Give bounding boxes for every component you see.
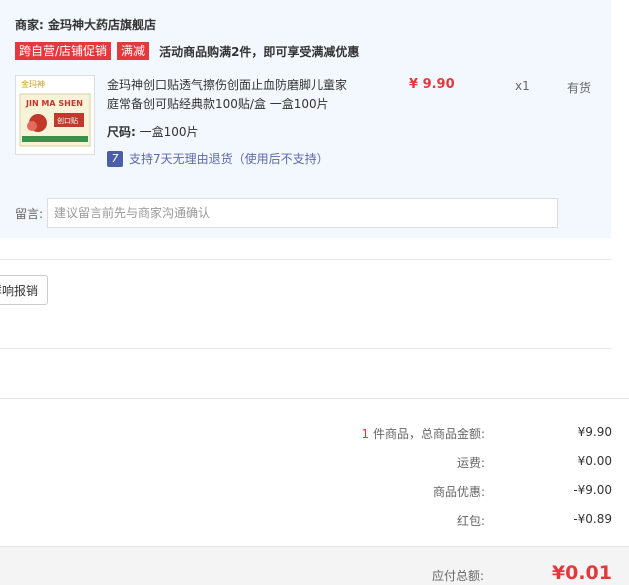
product-name[interactable]: 金玛神创口贴透气擦伤创面止血防磨脚儿童家庭常备创可贴经典款100贴/盒 一盒10… [107, 76, 357, 114]
size-label: 尺码: [107, 125, 136, 139]
product-price: ¥ 9.90 [409, 77, 455, 92]
divider [0, 398, 629, 399]
goods-total-value: ¥9.90 [577, 425, 612, 439]
invoice-button[interactable]: 详响报销 [0, 275, 48, 305]
discount-label: 商品优惠: [432, 485, 485, 499]
goods-total-label: 1 件商品，总商品金额: [361, 427, 486, 441]
thumb-title: JIN MA SHEN [25, 99, 83, 108]
redpacket-label: 红包: [456, 514, 485, 528]
promo-tag-discount: 满减 [117, 42, 150, 60]
summary-goods-row: 1 件商品，总商品金额: ¥9.90 [0, 425, 629, 445]
size-value: 一盒100片 [139, 125, 199, 139]
shop-panel: 商家: 金玛神大药店旗舰店 跨自营/店铺促销 满减 活动商品购满2件，即可享受满… [0, 0, 611, 238]
discount-value: -¥9.00 [573, 483, 612, 497]
product-quantity: x1 [515, 79, 530, 93]
return-policy-text: 支持7天无理由退货（使用后不支持） [129, 152, 329, 166]
promo-row: 跨自营/店铺促销 满减 活动商品购满2件，即可享受满减优惠 [15, 42, 359, 60]
divider [0, 259, 611, 260]
total-bar: 应付总额: ¥0.01 [0, 546, 629, 585]
redpacket-value: -¥0.89 [573, 512, 612, 526]
freight-label: 运费: [456, 456, 485, 470]
return-policy: 7 支持7天无理由退货（使用后不支持） [107, 150, 329, 167]
size-row: 尺码: 一盒100片 [107, 123, 199, 140]
product-thumbnail[interactable]: 金玛神 JIN MA SHEN 创口贴 [15, 75, 95, 155]
total-value: ¥0.01 [551, 562, 612, 584]
note-input[interactable] [47, 198, 558, 228]
freight-value: ¥0.00 [577, 454, 612, 468]
note-label: 留言: [15, 207, 44, 221]
promo-text: 活动商品购满2件，即可享受满减优惠 [159, 44, 360, 59]
thumb-subtitle: 创口贴 [57, 116, 78, 125]
shop-name[interactable]: 商家: 金玛神大药店旗舰店 [15, 16, 156, 33]
stock-status: 有货 [567, 81, 592, 95]
promo-tag-store: 跨自营/店铺促销 [15, 42, 112, 60]
summary-redpacket-row: 红包: -¥0.89 [0, 512, 629, 532]
total-label: 应付总额: [431, 569, 484, 583]
item-count: 1 [361, 427, 370, 441]
product-image: 金玛神 JIN MA SHEN 创口贴 [16, 76, 94, 154]
summary-freight-row: 运费: ¥0.00 [0, 454, 629, 474]
seven-day-return-icon: 7 [107, 150, 123, 167]
thumb-brand: 金玛神 [21, 79, 45, 89]
summary-discount-row: 商品优惠: -¥9.00 [0, 483, 629, 503]
divider [0, 348, 611, 349]
